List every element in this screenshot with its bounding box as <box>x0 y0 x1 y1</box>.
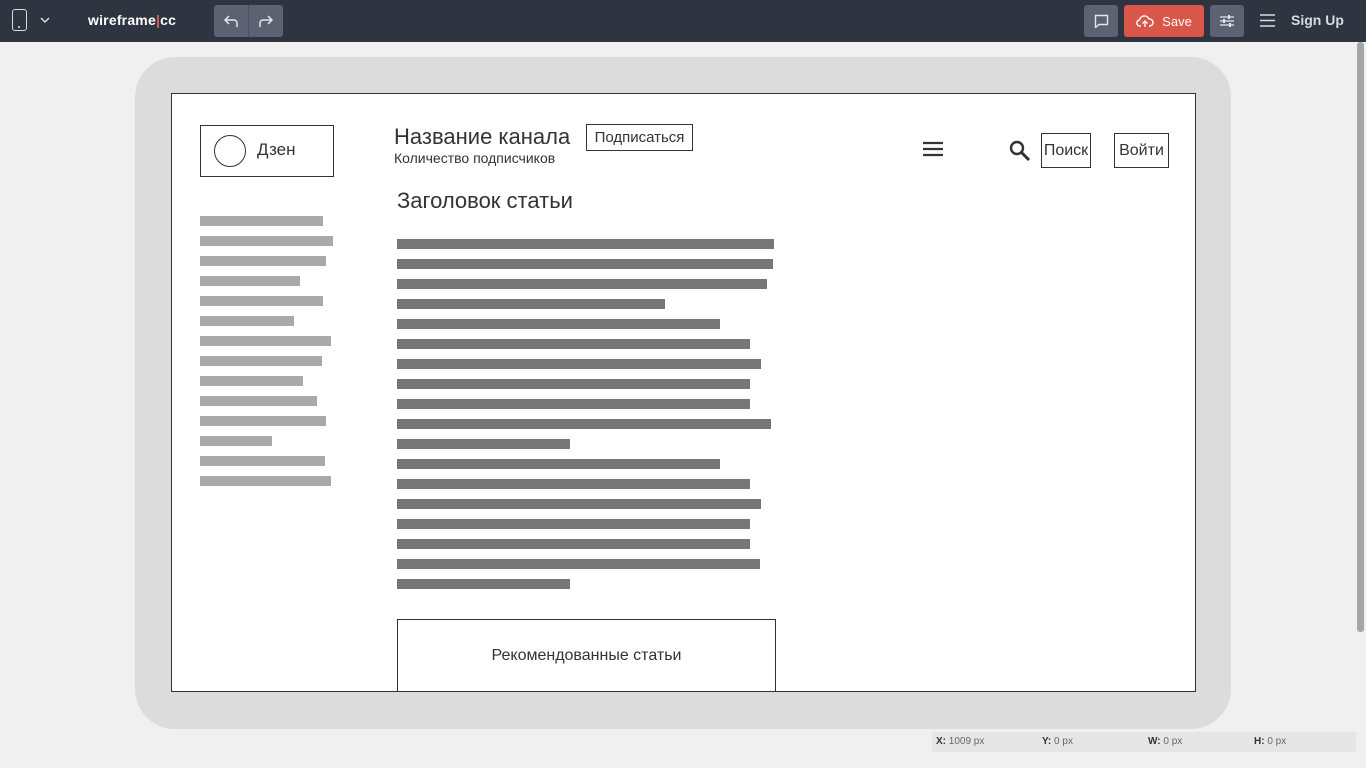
recommended-articles-label: Рекомендованные статьи <box>491 647 682 664</box>
logo-text-main: wireframe <box>88 12 156 28</box>
text-placeholder-line <box>397 279 767 289</box>
sliders-icon <box>1220 15 1234 27</box>
sidebar-placeholder-line <box>200 236 333 246</box>
undo-icon <box>223 15 238 27</box>
text-placeholder-line <box>397 519 750 529</box>
comment-button[interactable] <box>1084 5 1118 37</box>
save-button[interactable]: Save <box>1124 5 1204 37</box>
text-placeholder-line <box>397 399 750 409</box>
status-x: X: 1009 px <box>936 736 985 747</box>
logo-text-suffix: cc <box>160 12 177 28</box>
mobile-device-icon[interactable] <box>12 9 27 31</box>
text-placeholder-line <box>397 539 750 549</box>
hamburger-menu-icon[interactable] <box>1259 13 1276 28</box>
sidebar-placeholder-line <box>200 316 294 326</box>
subscribe-button[interactable]: Подписаться <box>586 124 693 151</box>
sidebar-placeholder-line <box>200 416 326 426</box>
text-placeholder-line <box>397 559 760 569</box>
text-placeholder-line <box>397 259 773 269</box>
login-button[interactable]: Войти <box>1114 133 1169 168</box>
hamburger-icon[interactable] <box>922 141 944 157</box>
sidebar-placeholder-line <box>200 436 272 446</box>
sidebar-placeholder-line <box>200 256 326 266</box>
comment-icon <box>1094 14 1108 28</box>
text-placeholder-line <box>397 499 761 509</box>
sidebar-placeholder-line <box>200 216 323 226</box>
status-w: W: 0 px <box>1148 736 1183 747</box>
selection-status-bar: X: 1009 px Y: 0 px W: 0 px H: 0 px <box>932 732 1356 752</box>
sidebar-placeholder-line <box>200 296 323 306</box>
status-h: H: 0 px <box>1254 736 1287 747</box>
article-title[interactable]: Заголовок статьи <box>397 188 573 214</box>
text-placeholder-line <box>397 339 750 349</box>
redo-icon <box>259 15 274 27</box>
wireframe-screen[interactable]: Дзен Название канала Количество подписчи… <box>171 93 1196 692</box>
cloud-upload-icon <box>1136 15 1154 27</box>
sidebar-placeholder-line <box>200 396 317 406</box>
recommended-articles[interactable]: Рекомендованные статьи <box>397 619 776 691</box>
sidebar-placeholder-line <box>200 456 325 466</box>
top-toolbar: wireframe|cc Save Sign Up <box>0 0 1366 42</box>
text-placeholder-line <box>397 239 774 249</box>
sidebar-placeholder-line <box>200 276 300 286</box>
search-button[interactable]: Поиск <box>1041 133 1091 168</box>
sign-up-link[interactable]: Sign Up <box>1291 12 1344 28</box>
text-placeholder-line <box>397 579 570 589</box>
undo-button[interactable] <box>214 5 248 37</box>
text-placeholder-line <box>397 359 761 369</box>
text-placeholder-line <box>397 379 750 389</box>
app-logo[interactable]: wireframe|cc <box>88 12 176 28</box>
subscriber-count[interactable]: Количество подписчиков <box>394 150 555 166</box>
vertical-scrollbar[interactable] <box>1357 42 1364 632</box>
chevron-down-icon[interactable] <box>38 13 52 27</box>
sidebar-placeholder-line <box>200 476 331 486</box>
channel-name[interactable]: Название канала <box>394 124 570 150</box>
text-placeholder-line <box>397 419 771 429</box>
status-y: Y: 0 px <box>1042 736 1073 747</box>
save-button-label: Save <box>1162 13 1192 29</box>
text-placeholder-line <box>397 299 665 309</box>
wireframe-logo-box[interactable]: Дзен <box>200 125 334 177</box>
text-placeholder-line <box>397 479 750 489</box>
settings-button[interactable] <box>1210 5 1244 37</box>
sidebar-placeholder-line <box>200 356 322 366</box>
history-buttons <box>214 5 283 37</box>
wireframe-logo-text: Дзен <box>257 140 296 159</box>
text-placeholder-line <box>397 319 720 329</box>
search-icon[interactable] <box>1009 140 1031 162</box>
text-placeholder-line <box>397 459 720 469</box>
sidebar-placeholder-line <box>200 336 331 346</box>
text-placeholder-line <box>397 439 570 449</box>
circle-placeholder-icon <box>214 135 246 167</box>
redo-button[interactable] <box>248 5 283 37</box>
sidebar-placeholder-line <box>200 376 303 386</box>
